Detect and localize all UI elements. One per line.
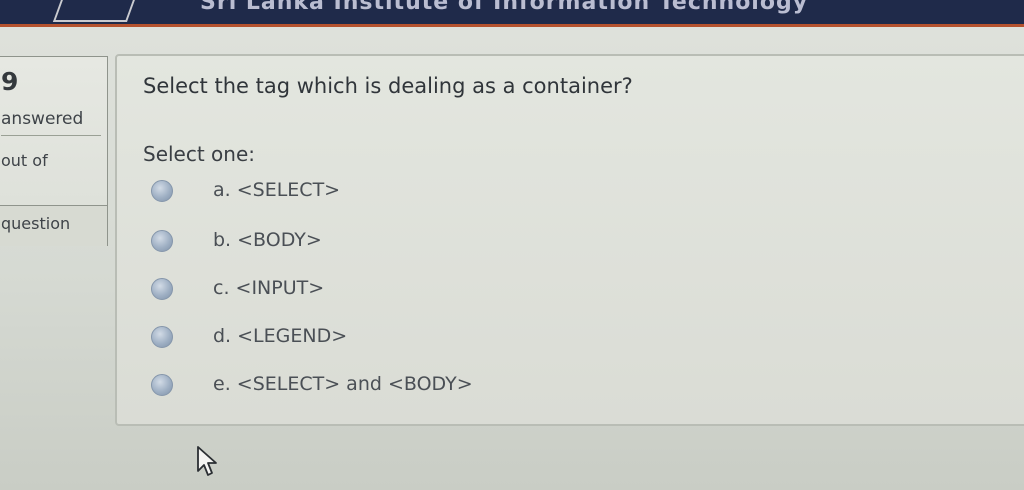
question-info-panel: 9 answered out of question: [0, 56, 108, 246]
radio-button[interactable]: [151, 374, 173, 396]
radio-button[interactable]: [151, 180, 173, 202]
question-number: 9: [1, 67, 19, 96]
answer-label: c. <INPUT>: [213, 277, 325, 299]
answer-option-a[interactable]: a. <SELECT>: [147, 176, 667, 206]
flag-question-label: question: [1, 214, 71, 233]
answer-option-b[interactable]: b. <BODY>: [147, 226, 667, 256]
answer-label: e. <SELECT> and <BODY>: [213, 373, 473, 395]
quiz-page: Sri Lanka Institute of Information Techn…: [0, 0, 1024, 490]
answer-option-d[interactable]: d. <LEGEND>: [147, 322, 667, 352]
answer-prompt: Select one:: [143, 142, 256, 166]
mouse-cursor-icon: [197, 446, 217, 476]
radio-button[interactable]: [151, 278, 173, 300]
radio-button[interactable]: [151, 326, 173, 348]
answer-label: d. <LEGEND>: [213, 325, 348, 347]
question-panel: Select the tag which is dealing as a con…: [115, 54, 1024, 426]
question-state: answered: [1, 109, 101, 136]
site-header: Sri Lanka Institute of Information Techn…: [0, 0, 1024, 27]
site-title: Sri Lanka Institute of Information Techn…: [200, 0, 809, 15]
question-text: Select the tag which is dealing as a con…: [143, 74, 633, 98]
logo-icon: [52, 0, 138, 22]
answer-label: a. <SELECT>: [213, 179, 341, 201]
radio-button[interactable]: [151, 230, 173, 252]
answer-option-c[interactable]: c. <INPUT>: [147, 274, 667, 304]
answer-option-e[interactable]: e. <SELECT> and <BODY>: [147, 370, 667, 400]
flag-question-button[interactable]: question: [0, 205, 107, 246]
question-mark: out of: [1, 151, 48, 170]
answer-label: b. <BODY>: [213, 229, 322, 251]
